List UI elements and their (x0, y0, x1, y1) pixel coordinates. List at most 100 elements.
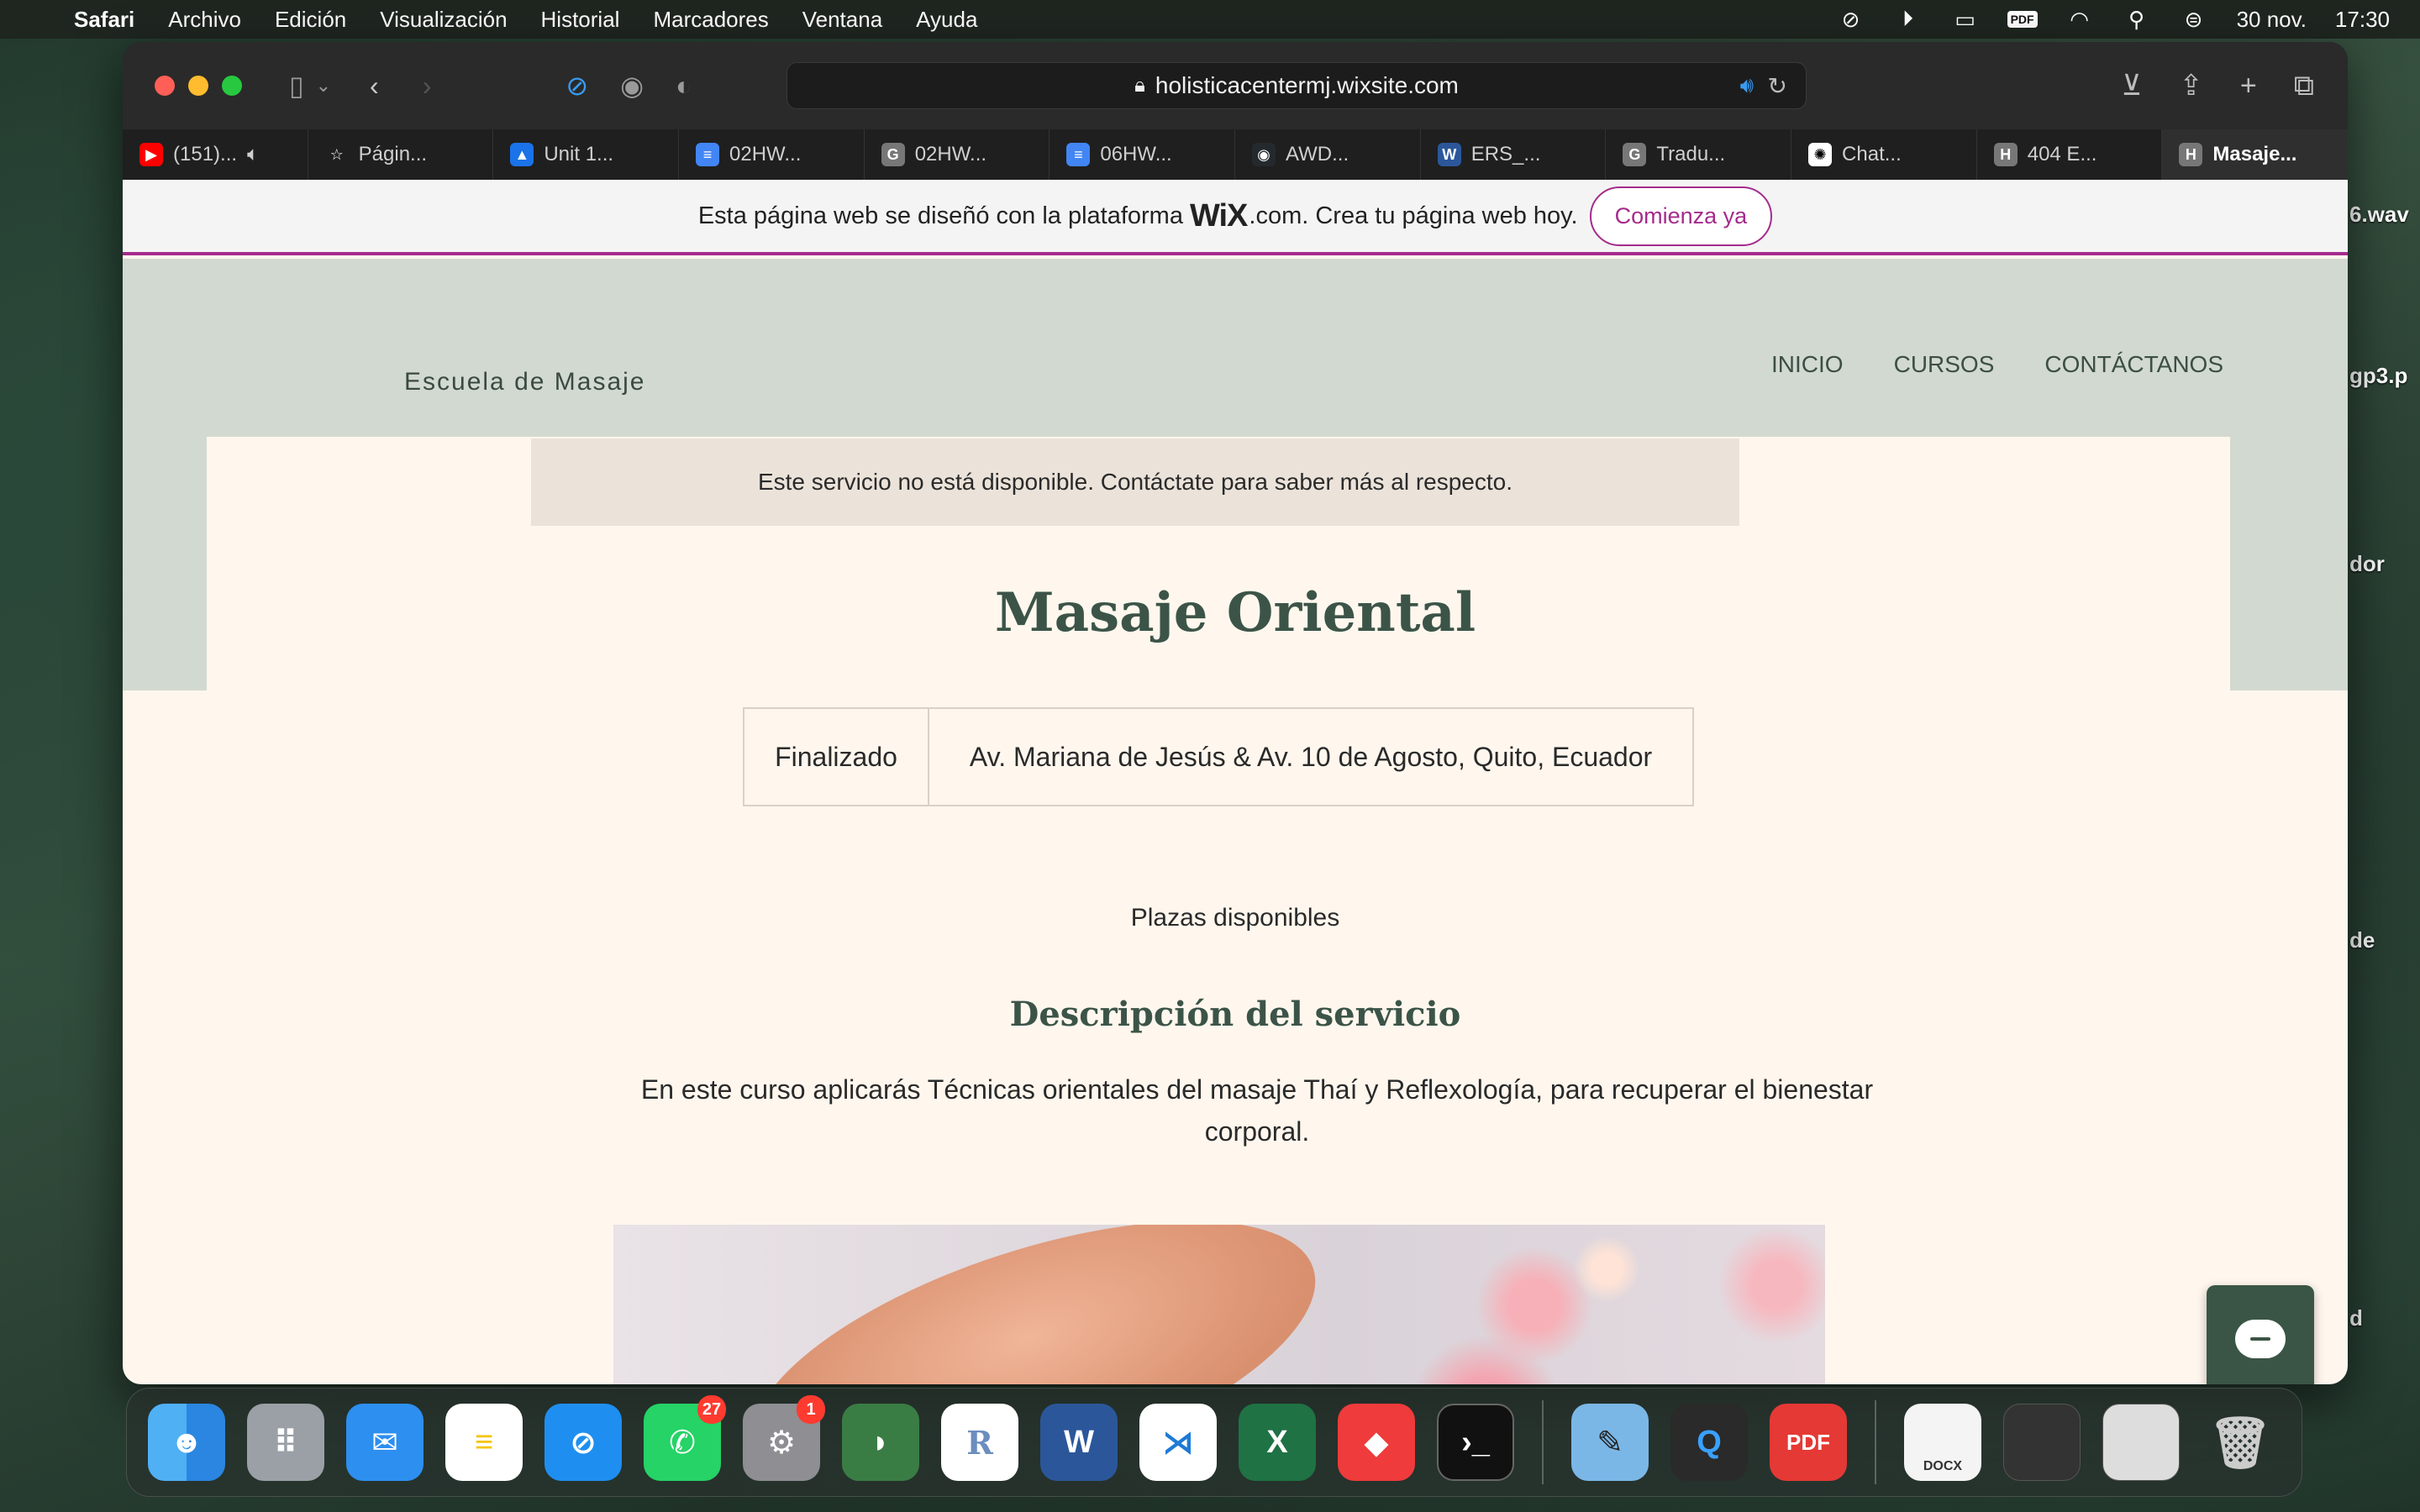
battery-icon[interactable]: ▭ (1951, 7, 1980, 32)
tab-favicon-icon: G (1623, 143, 1647, 166)
privacy-shield-icon[interactable]: ◐ (676, 71, 692, 102)
desktop-file-label[interactable]: d (2349, 1305, 2363, 1331)
menu-date[interactable]: 30 nov. (2237, 7, 2307, 33)
wix-logo[interactable]: WiX (1190, 198, 1248, 234)
reload-icon[interactable]: ↻ (1768, 72, 1787, 100)
tab-favicon-icon: W (1437, 143, 1461, 166)
launchpad-app-icon[interactable]: ⠿ (247, 1404, 324, 1481)
zoom-window-button[interactable] (222, 76, 242, 96)
menu-safari[interactable]: Safari (74, 7, 134, 33)
address-bar[interactable]: 🔒︎ holisticacentermj.wixsite.com 🔊︎ ↻ (786, 62, 1807, 109)
minimize-window-button[interactable] (188, 76, 208, 96)
desktop-file-label[interactable]: dor (2349, 551, 2385, 577)
close-window-button[interactable] (155, 76, 175, 96)
trash-icon[interactable]: 🗑︎ (2202, 1404, 2279, 1481)
share-icon[interactable]: ⇪ (2179, 69, 2203, 102)
spotlight-search-icon[interactable]: ⚲ (2123, 7, 2151, 32)
wifi-icon[interactable]: ◠ (2065, 7, 2094, 32)
nav-cursos[interactable]: CURSOS (1894, 351, 1995, 378)
safari-app-icon[interactable]: ⊘ (544, 1404, 622, 1481)
menu-bar: Safari Archivo Edición Visualización His… (0, 0, 2420, 39)
cleaner-app-icon[interactable]: ✎ (1571, 1404, 1649, 1481)
start-now-button[interactable]: Comienza ya (1589, 186, 1773, 246)
mail-app-icon[interactable]: ✉ (346, 1404, 424, 1481)
audio-playing-icon[interactable]: 🔊︎ (1740, 72, 1754, 99)
vscode-app-icon[interactable]: ⋊ (1139, 1404, 1217, 1481)
notes-app-icon[interactable]: ≡ (445, 1404, 523, 1481)
nav-contactanos[interactable]: CONTÁCTANOS (2044, 351, 2223, 378)
quicktime-app-icon[interactable]: Q (1670, 1404, 1748, 1481)
anydesk-app-icon[interactable]: ◆ (1338, 1404, 1415, 1481)
menu-time[interactable]: 17:30 (2335, 7, 2390, 33)
wix-banner-text-after: .com. Crea tu página web hoy. (1249, 202, 1578, 229)
back-arrow-icon[interactable]: ‹ (370, 71, 379, 102)
browser-tab[interactable]: ◉ AWD... (1235, 129, 1421, 180)
wix-banner-text: Esta página web se diseñó con la platafo… (697, 202, 1183, 229)
tab-label: (151)... (173, 143, 238, 165)
menu-marcadores[interactable]: Marcadores (653, 7, 768, 33)
browser-tab[interactable]: ✺ Chat... (1791, 129, 1977, 180)
menu-ventana[interactable]: Ventana (802, 7, 882, 33)
desktop-file-label[interactable]: gp3.p (2349, 363, 2407, 389)
pdf-status-icon[interactable]: PDF (2007, 8, 2038, 31)
settings-app-icon[interactable]: ⚙ 1 (743, 1395, 825, 1481)
browser-tab[interactable]: ▶ (151)... 🔈︎ (123, 129, 308, 180)
tab-bar: ▶ (151)... 🔈︎ ☆ Págin... ▲ Unit 1... ≡ 02HW... G 0… (123, 129, 2348, 180)
browser-toolbar: ▯ ⌄ ‹ › ⊘ ◉ ◐ 🔒︎ holisticacentermj.wixsi… (123, 42, 2348, 129)
browser-tab[interactable]: ≡ 06HW... (1050, 129, 1236, 180)
docx-file-thumbnail[interactable]: DOCX (1904, 1404, 1981, 1481)
excel-app-icon[interactable]: X (1239, 1404, 1316, 1481)
site-nav: INICIO CURSOS CONTÁCTANOS (1771, 351, 2223, 378)
play-status-icon[interactable]: ⏵ (1894, 6, 1923, 31)
desktop-file-label[interactable]: de (2349, 927, 2375, 953)
tab-favicon-icon: ☆ (329, 145, 344, 163)
service-info-box: Finalizado Av. Mariana de Jesús & Av. 10… (743, 707, 1694, 806)
browser-tab[interactable]: H 404 E... (1977, 129, 2163, 180)
browser-tab[interactable]: H Masaje... (2162, 129, 2348, 180)
browser-tab[interactable]: ≡ 02HW... (679, 129, 865, 180)
tab-label: 02HW... (729, 143, 802, 165)
browser-tab[interactable]: G 02HW... (865, 129, 1050, 180)
whatsapp-app-icon[interactable]: ✆ 27 (644, 1395, 726, 1481)
sidebar-toggle-icon[interactable]: ▯ (289, 70, 304, 102)
record-extension-icon[interactable]: ◉ (620, 70, 644, 102)
window-controls (155, 76, 242, 96)
menu-visualizacion[interactable]: Visualización (380, 7, 507, 33)
window-thumbnail[interactable] (2102, 1404, 2180, 1481)
tab-label: Págin... (358, 143, 428, 165)
menu-edicion[interactable]: Edición (275, 7, 346, 33)
finder-app-icon[interactable]: ☻ (148, 1404, 225, 1481)
site-brand[interactable]: Escuela de Masaje (404, 368, 645, 396)
pdf-app-icon[interactable]: PDF (1770, 1404, 1847, 1481)
window-thumbnail[interactable] (2003, 1404, 2081, 1481)
unavailable-notice: Este servicio no está disponible. Contác… (531, 438, 1739, 526)
nav-inicio[interactable]: INICIO (1771, 351, 1844, 378)
forward-arrow-icon[interactable]: › (423, 71, 432, 102)
downloads-icon[interactable]: ⊻ (2121, 69, 2142, 102)
new-tab-plus-icon[interactable]: + (2240, 70, 2257, 102)
menu-ayuda[interactable]: Ayuda (916, 7, 977, 33)
rstudio-app-icon[interactable]: ◗ (842, 1404, 919, 1481)
chat-button[interactable] (2207, 1285, 2314, 1384)
chevron-down-icon[interactable]: ⌄ (316, 75, 331, 97)
available-spots: Plazas disponibles (1130, 904, 1340, 932)
control-center-icon[interactable]: ⊜ (2180, 7, 2208, 32)
r-app-icon[interactable]: R (941, 1404, 1018, 1481)
wix-ad-banner: Esta página web se diseñó con la platafo… (123, 180, 2348, 255)
massage-photo (613, 1225, 1825, 1384)
menu-archivo[interactable]: Archivo (168, 7, 241, 33)
tab-overview-icon[interactable]: ⧉ (2294, 70, 2314, 102)
desktop-file-label[interactable]: 6.wav (2349, 202, 2409, 228)
browser-tab[interactable]: W ERS_... (1421, 129, 1607, 180)
tab-favicon-icon: ◉ (1252, 143, 1276, 166)
terminal-app-icon[interactable]: ›_ (1437, 1404, 1514, 1481)
word-app-icon[interactable]: W (1040, 1404, 1118, 1481)
tab-favicon-icon: ≡ (696, 143, 720, 166)
browser-tab[interactable]: ▲ Unit 1... (493, 129, 680, 180)
browser-tab[interactable]: G Tradu... (1606, 129, 1792, 180)
compass-status-icon[interactable]: ⊘ (1837, 7, 1865, 32)
menu-historial[interactable]: Historial (541, 7, 620, 33)
tab-audio-icon[interactable]: 🔈︎ (247, 143, 259, 166)
browser-tab[interactable]: ☆ Págin... (308, 129, 494, 180)
compass-extension-icon[interactable]: ⊘ (566, 70, 588, 102)
